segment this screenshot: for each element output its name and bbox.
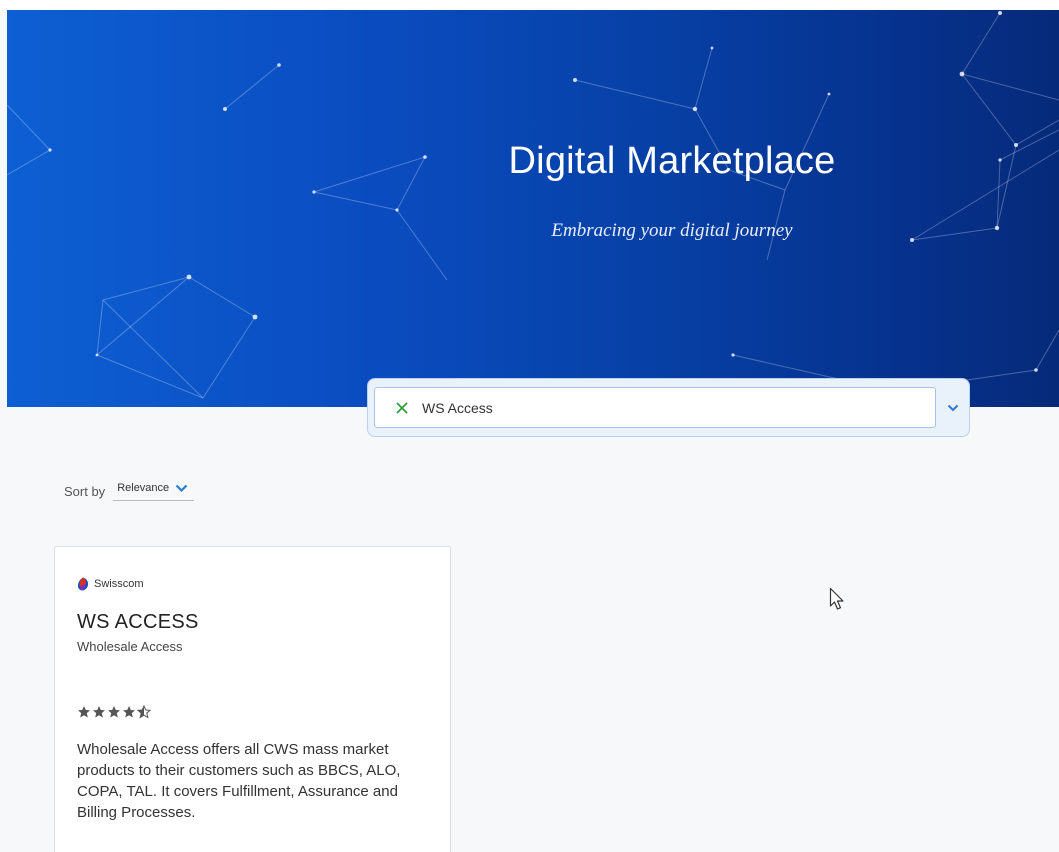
- product-card[interactable]: Swisscom WS ACCESS Wholesale Access Whol…: [54, 546, 451, 852]
- search-dropdown-button[interactable]: [940, 387, 966, 428]
- sort-control: Sort by Relevance: [64, 482, 195, 501]
- marketplace-page: Digital Marketplace Embracing your digit…: [0, 0, 1059, 852]
- search-input[interactable]: WS Access: [374, 387, 936, 428]
- search-container: WS Access: [367, 378, 970, 437]
- star-rating: [77, 705, 151, 719]
- network-background: [7, 11, 1059, 399]
- chevron-down-icon[interactable]: [947, 404, 959, 412]
- top-strip: [0, 0, 1059, 10]
- page-title: Digital Marketplace: [508, 140, 836, 182]
- product-description: Wholesale Access offers all CWS mass mar…: [77, 741, 401, 821]
- product-subtitle: Wholesale Access: [77, 639, 183, 654]
- vendor: Swisscom: [77, 577, 144, 591]
- star-full-icon: [108, 706, 120, 718]
- swisscom-logo-icon: [77, 577, 89, 591]
- close-icon[interactable]: [395, 401, 409, 415]
- page-subtitle: Embracing your digital journey: [551, 220, 793, 241]
- chevron-down-icon[interactable]: [175, 484, 188, 493]
- search-value[interactable]: WS Access: [422, 400, 493, 416]
- sort-label: Sort by: [64, 484, 106, 499]
- star-half-icon: [137, 705, 151, 719]
- product-title[interactable]: WS ACCESS: [77, 611, 199, 634]
- star-full-icon: [93, 706, 105, 718]
- star-full-icon: [78, 706, 90, 718]
- hero-banner: Digital Marketplace Embracing your digit…: [7, 10, 1059, 407]
- vendor-name: Swisscom: [94, 578, 144, 590]
- sort-select[interactable]: Relevance: [113, 482, 195, 501]
- star-full-icon: [123, 706, 135, 718]
- mouse-cursor-icon: [829, 587, 844, 610]
- sort-value[interactable]: Relevance: [117, 482, 169, 494]
